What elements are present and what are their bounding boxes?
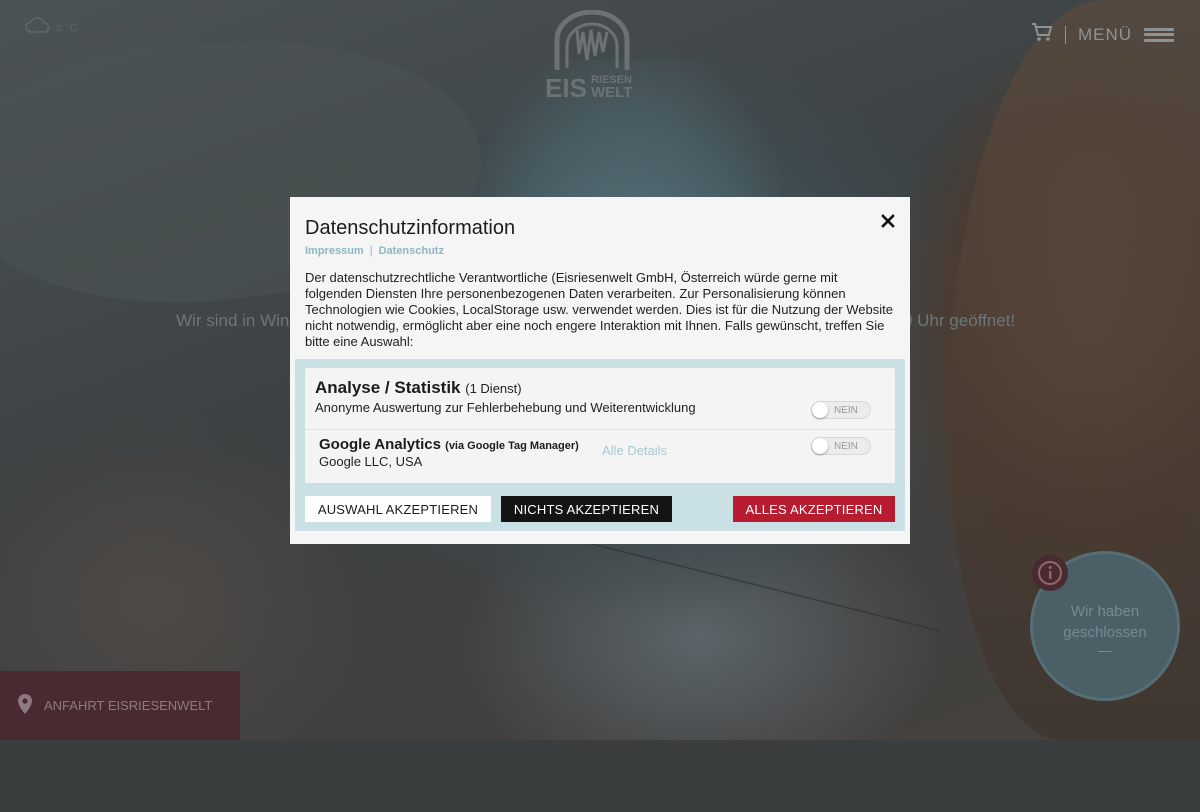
privacy-dialog: Datenschutzinformation Impressum | Daten…: [290, 197, 910, 544]
consent-panel: Analyse / Statistik (1 Dienst) Anonyme A…: [295, 359, 905, 531]
anfahrt-button[interactable]: ANFAHRT EISRIESENWELT: [0, 671, 240, 740]
menu-label[interactable]: MENÜ: [1078, 25, 1132, 45]
closed-line-2: geschlossen: [1063, 623, 1147, 641]
service-details-link[interactable]: Alle Details: [602, 443, 667, 458]
service-name: Google Analytics (via Google Tag Manager…: [319, 436, 579, 453]
info-icon[interactable]: [1032, 555, 1068, 591]
link-separator: |: [369, 245, 373, 257]
opening-hours-text-left: Wir sind in Win: [176, 311, 290, 330]
weather-temperature: 5 °C: [56, 21, 78, 34]
datenschutz-link[interactable]: Datenschutz: [379, 245, 444, 257]
header-divider: [1064, 25, 1066, 44]
dialog-description: Der datenschutzrechtliche Verantwortlich…: [305, 270, 893, 349]
accept-none-button[interactable]: NICHTS AKZEPTIEREN: [501, 496, 672, 522]
map-pin-icon: [16, 693, 34, 718]
closed-line-1: Wir haben: [1070, 602, 1140, 620]
weather-widget: 5 °C: [24, 12, 78, 43]
consent-category-card: Analyse / Statistik (1 Dienst) Anonyme A…: [305, 368, 895, 483]
close-icon[interactable]: [880, 213, 896, 229]
service-toggle[interactable]: NEIN: [811, 437, 871, 455]
anfahrt-label: ANFAHRT EISRIESENWELT: [44, 698, 213, 713]
eisriesenwelt-logo[interactable]: EIS RIESEN WELT: [541, 9, 643, 103]
svg-text:WELT: WELT: [591, 84, 632, 101]
toggle-label: NEIN: [834, 440, 858, 452]
service-via: (via Google Tag Manager): [445, 440, 579, 452]
category-count: (1 Dienst): [465, 381, 522, 396]
service-vendor: Google LLC, USA: [319, 454, 423, 469]
dialog-links: Impressum | Datenschutz: [305, 245, 895, 257]
category-title: Analyse / Statistik (1 Dienst): [315, 378, 522, 397]
opening-hours-text-right: 0 Uhr geöffnet!: [903, 311, 1016, 330]
dialog-title: Datenschutzinformation: [305, 217, 516, 239]
accept-all-button[interactable]: ALLES AKZEPTIEREN: [733, 496, 895, 522]
cloud-icon: [24, 12, 50, 43]
category-toggle[interactable]: NEIN: [811, 401, 871, 419]
cart-icon[interactable]: [1031, 22, 1053, 47]
toggle-knob: [812, 402, 828, 418]
hamburger-menu-icon[interactable]: [1144, 27, 1174, 42]
svg-text:EIS: EIS: [545, 73, 587, 102]
accept-selection-button[interactable]: AUSWAHL AKZEPTIEREN: [305, 496, 491, 522]
category-description: Anonyme Auswertung zur Fehlerbehebung un…: [315, 400, 696, 415]
impressum-link[interactable]: Impressum: [305, 245, 364, 257]
toggle-knob: [812, 438, 828, 454]
row-divider: [305, 429, 895, 430]
closed-dash: [1098, 650, 1112, 652]
toggle-label: NEIN: [834, 404, 858, 416]
header-actions: MENÜ: [1031, 22, 1174, 47]
